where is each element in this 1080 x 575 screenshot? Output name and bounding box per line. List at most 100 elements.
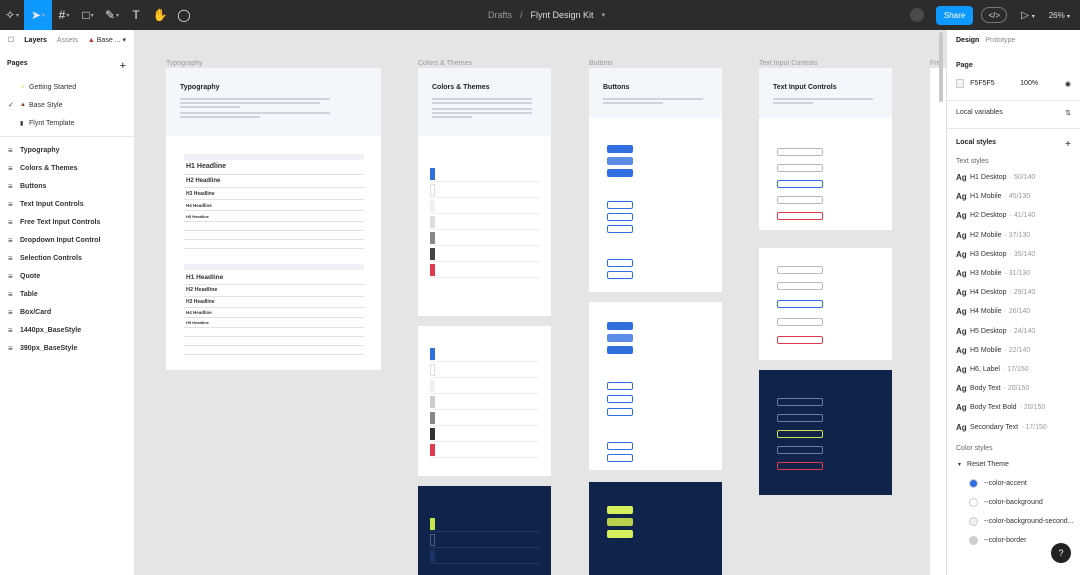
share-button[interactable]: Share <box>935 5 974 25</box>
frame-buttons[interactable]: Buttons <box>589 68 722 292</box>
hat-icon: ▲ <box>20 102 26 108</box>
text-style-icon: Ag <box>956 249 967 259</box>
page-color-value[interactable]: F5F5F5 <box>970 80 1014 87</box>
frame-buttons-dark[interactable] <box>589 482 722 575</box>
tab-design[interactable]: Design <box>956 37 979 44</box>
layer-item[interactable]: ≡ Quote <box>0 267 134 285</box>
page-item-base-style[interactable]: ✓ ▲ Base Style <box>0 96 134 114</box>
text-style-icon: Ag <box>956 403 967 413</box>
tab-prototype[interactable]: Prototype <box>985 37 1015 44</box>
breadcrumb-drafts[interactable]: Drafts <box>488 10 512 20</box>
page-opacity-value[interactable]: 100% <box>1020 80 1059 87</box>
text-style-item[interactable]: Ag H1 Desktop · 50/140 <box>947 168 1080 187</box>
chevron-down-icon[interactable]: ▾ <box>602 11 606 19</box>
tab-base[interactable]: ▲ Base ... ▾ <box>88 36 126 44</box>
page-fill-row[interactable]: F5F5F5 100% ◉ <box>947 75 1080 92</box>
frame-label-typography[interactable]: Typography <box>166 60 203 67</box>
text-style-item[interactable]: Ag H2 Mobile · 37/130 <box>947 226 1080 245</box>
frame-title: Text Input Controls <box>773 84 837 91</box>
frame-tool-icon[interactable]: # ▾ <box>52 0 76 30</box>
text-style-item[interactable]: Ag H3 Mobile · 31/130 <box>947 264 1080 283</box>
text-style-item[interactable]: Ag Secondary Text · 17/150 <box>947 417 1080 436</box>
color-style-item[interactable]: --color-accent <box>947 474 1080 493</box>
frame-colors-light[interactable] <box>418 326 551 476</box>
layer-item[interactable]: ≡ Box/Card <box>0 303 134 321</box>
tab-assets[interactable]: Assets <box>57 37 78 44</box>
frame-text-input-light[interactable] <box>759 248 892 360</box>
layer-item[interactable]: ≡ 1440px_BaseStyle <box>0 321 134 339</box>
move-tool-icon[interactable]: ➤ ▾ <box>24 0 52 30</box>
layer-item[interactable]: ≡ Free Text Input Controls <box>0 213 134 231</box>
frame-buttons-light[interactable] <box>589 302 722 470</box>
zoom-level[interactable]: 26% ▾ <box>1049 11 1070 20</box>
text-style-item[interactable]: Ag H2 Desktop · 41/140 <box>947 206 1080 225</box>
layer-item[interactable]: ≡ Table <box>0 285 134 303</box>
text-style-meta: · 37/130 <box>1004 231 1031 239</box>
section-icon: ≡ <box>8 145 13 155</box>
add-style-icon[interactable]: + <box>1065 139 1071 150</box>
present-icon[interactable]: ▷ ▾ <box>1021 10 1034 21</box>
add-page-icon[interactable]: + <box>120 60 126 72</box>
layer-item[interactable]: ≡ Colors & Themes <box>0 159 134 177</box>
color-style-item[interactable]: --color-background <box>947 493 1080 512</box>
eye-icon[interactable]: ◉ <box>1065 80 1071 88</box>
text-style-item[interactable]: Ag H5 Mobile · 22/140 <box>947 341 1080 360</box>
color-group-reset-theme[interactable]: ▾ Reset Theme <box>947 455 1080 474</box>
text-style-item[interactable]: Ag H4 Mobile · 26/140 <box>947 302 1080 321</box>
chevron-down-icon[interactable]: ▾ <box>958 461 961 468</box>
text-style-item[interactable]: Ag H4 Desktop · 29/140 <box>947 283 1080 302</box>
frame-text-input[interactable]: Text Input Controls <box>759 68 892 230</box>
page-color-swatch[interactable] <box>956 79 965 88</box>
text-style-icon: Ag <box>956 307 967 317</box>
tab-layers[interactable]: Layers <box>24 37 47 44</box>
frame-typography[interactable]: Typography H1 Headline H2 Headline H3 He… <box>166 68 381 370</box>
avatar[interactable] <box>909 8 924 22</box>
layer-label: Free Text Input Controls <box>20 218 101 226</box>
frame-label-buttons[interactable]: Buttons <box>589 60 613 67</box>
page-item-flynt-template[interactable]: ▮ Flynt Template <box>0 114 134 132</box>
shape-tool-icon[interactable]: □ ▾ <box>76 0 100 30</box>
layer-item[interactable]: ≡ 390px_BaseStyle <box>0 339 134 357</box>
layer-item[interactable]: ≡ Buttons <box>0 177 134 195</box>
canvas[interactable]: Typography Colors & Themes Buttons Text … <box>135 30 946 575</box>
text-style-item[interactable]: Ag H5 Desktop · 24/140 <box>947 322 1080 341</box>
canvas-scrollbar[interactable] <box>939 32 943 102</box>
text-style-item[interactable]: Ag H6, Label · 17/150 <box>947 360 1080 379</box>
text-tool-icon[interactable]: T <box>124 0 148 30</box>
heading-sample: H1 Headline <box>186 274 224 281</box>
text-style-item[interactable]: Ag Body Text Bold · 20/150 <box>947 398 1080 417</box>
heading-sample: H2 Headline <box>186 287 218 293</box>
comment-tool-icon[interactable]: ◯ <box>172 0 196 30</box>
layer-item[interactable]: ≡ Selection Controls <box>0 249 134 267</box>
pen-tool-icon[interactable]: ✎ ▾ <box>100 0 124 30</box>
color-style-name: --color-background-second... <box>984 517 1074 525</box>
text-style-icon: Ag <box>956 269 967 279</box>
dev-mode-toggle[interactable]: </> <box>981 7 1008 23</box>
frame-text-input-dark[interactable] <box>759 370 892 495</box>
frame-free-text-partial[interactable] <box>930 68 946 575</box>
frame-label-colors[interactable]: Colors & Themes <box>418 60 472 67</box>
frame-label-text-input[interactable]: Text Input Controls <box>759 60 817 67</box>
frame-colors[interactable]: Colors & Themes <box>418 68 551 316</box>
help-button[interactable]: ? <box>1051 543 1071 563</box>
text-style-item[interactable]: Ag Body Text · 20/150 <box>947 379 1080 398</box>
main-menu-icon[interactable]: ✧ ▾ <box>0 0 24 30</box>
local-variables-row[interactable]: Local variables ⇅ <box>947 103 1080 120</box>
text-style-name: H4 Desktop <box>970 289 1007 297</box>
page-item-getting-started[interactable]: ☼ Getting Started <box>0 78 134 96</box>
lightbulb-icon: ☼ <box>20 84 26 90</box>
layer-item[interactable]: ≡ Dropdown Input Control <box>0 231 134 249</box>
sliders-icon[interactable]: ⇅ <box>1065 109 1071 117</box>
text-style-meta: · 29/140 <box>1009 289 1036 297</box>
layer-item[interactable]: ≡ Text Input Controls <box>0 195 134 213</box>
file-name[interactable]: Flynt Design Kit <box>531 10 594 20</box>
color-style-item[interactable]: --color-background-second... <box>947 512 1080 531</box>
text-style-item[interactable]: Ag H3 Desktop · 35/140 <box>947 245 1080 264</box>
layer-label: Colors & Themes <box>20 164 78 172</box>
hand-tool-icon[interactable]: ✋ <box>148 0 172 30</box>
frame-colors-dark[interactable] <box>418 486 551 575</box>
layer-label: Quote <box>20 272 41 280</box>
text-style-meta: · 45/130 <box>1004 193 1031 201</box>
text-style-item[interactable]: Ag H1 Mobile · 45/130 <box>947 187 1080 206</box>
layer-item[interactable]: ≡ Typography <box>0 141 134 159</box>
